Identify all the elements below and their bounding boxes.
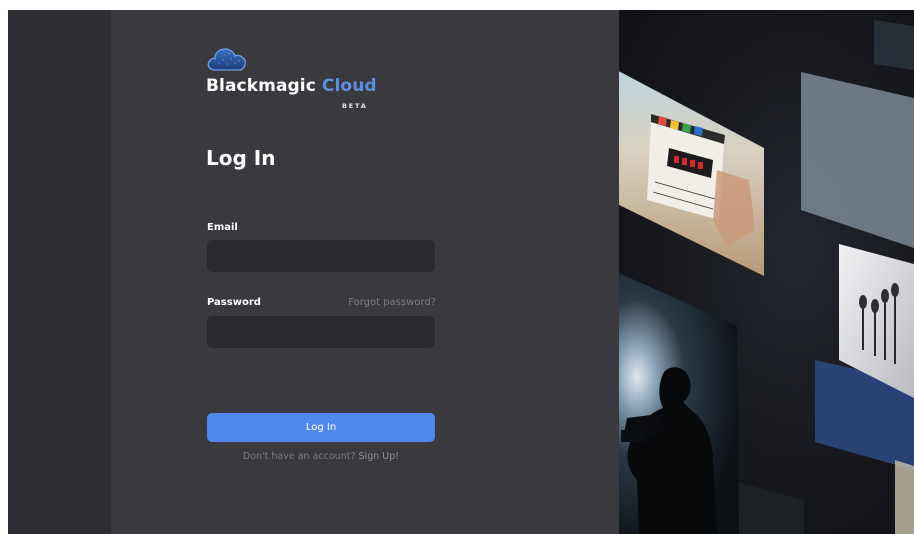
brand-name-accent: Cloud: [321, 76, 377, 96]
signup-prompt: Don't have an account?: [242, 451, 356, 462]
login-panel: Blackmagic Cloud BETA Log In Email Passw…: [111, 10, 619, 534]
card-blue-gray: [801, 72, 914, 248]
app-window: Blackmagic Cloud BETA Log In Email Passw…: [8, 10, 914, 534]
left-margin: [8, 10, 111, 534]
card-clapperboard: [619, 71, 764, 276]
password-label: Password: [207, 297, 261, 308]
password-field[interactable]: [207, 316, 435, 348]
forgot-password-link[interactable]: Forgot password?: [326, 297, 436, 308]
hero-artwork: [619, 10, 914, 534]
cloud-icon: [207, 48, 247, 71]
login-button[interactable]: Log In: [207, 413, 435, 442]
brand-name-main: Blackmagic: [206, 76, 322, 96]
email-label: Email: [207, 222, 238, 233]
signup-row: Don't have an account? Sign Up!: [207, 451, 435, 462]
page-title: Log In: [206, 146, 276, 170]
hero-artwork-svg: [619, 20, 914, 534]
email-field[interactable]: [207, 240, 435, 272]
card-camera-operator: [619, 273, 739, 534]
beta-badge: BETA: [342, 102, 368, 110]
signup-link[interactable]: Sign Up!: [359, 451, 400, 462]
brand-name: Blackmagic Cloud: [206, 76, 377, 96]
